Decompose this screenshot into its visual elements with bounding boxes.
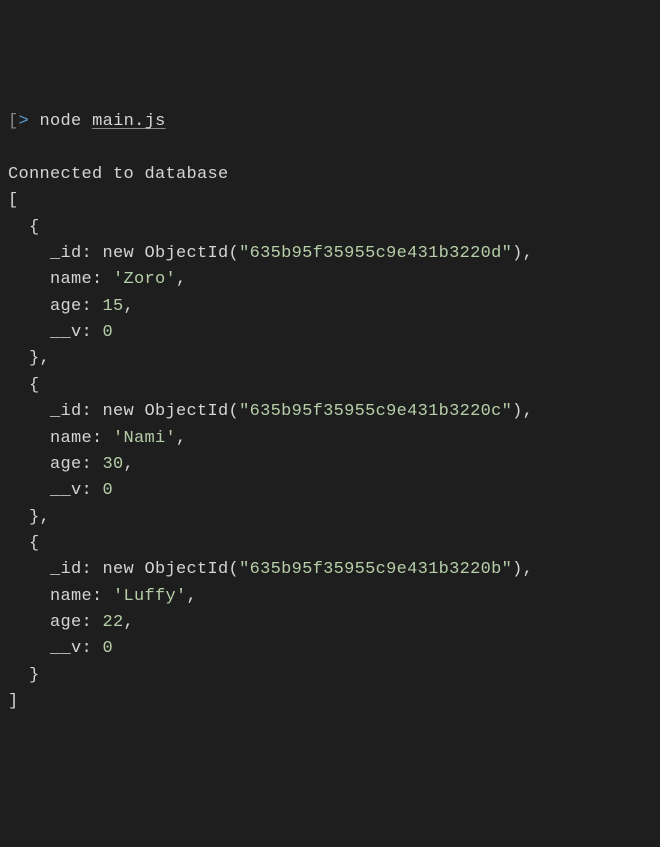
v-key: __v: xyxy=(8,639,92,658)
name-key: name: xyxy=(8,270,103,289)
brace-open: { xyxy=(8,218,40,237)
age-value: 15 xyxy=(92,297,124,316)
objectid-call: ObjectId( xyxy=(134,244,239,263)
bracket-open: [ xyxy=(8,112,19,131)
id-value: "635b95f35955c9e431b3220b" xyxy=(239,560,512,579)
age-value: 22 xyxy=(92,613,124,632)
comma: , xyxy=(187,587,198,606)
name-key: name: xyxy=(8,587,103,606)
record-row: { _id: new ObjectId("635b95f35955c9e431b… xyxy=(8,376,533,527)
v-value: 0 xyxy=(92,639,113,658)
id-close: ), xyxy=(512,560,533,579)
v-key: __v: xyxy=(8,481,92,500)
objectid-call: ObjectId( xyxy=(134,402,239,421)
connected-message: Connected to database xyxy=(8,165,229,184)
name-key: name: xyxy=(8,429,103,448)
brace-close: }, xyxy=(8,349,50,368)
brace-close: }, xyxy=(8,508,50,527)
prompt-line[interactable]: [> node main.js xyxy=(8,109,652,135)
record-row: { _id: new ObjectId("635b95f35955c9e431b… xyxy=(8,534,533,685)
filename: main.js xyxy=(92,112,166,131)
brace-open: { xyxy=(8,376,40,395)
comma: , xyxy=(124,613,135,632)
brace-close: } xyxy=(8,666,40,685)
id-value: "635b95f35955c9e431b3220c" xyxy=(239,402,512,421)
name-value: 'Nami' xyxy=(103,429,177,448)
id-value: "635b95f35955c9e431b3220d" xyxy=(239,244,512,263)
comma: , xyxy=(176,270,187,289)
age-value: 30 xyxy=(92,455,124,474)
array-open: [ xyxy=(8,191,19,210)
id-key: _id: xyxy=(8,560,92,579)
objectid-call: ObjectId( xyxy=(134,560,239,579)
age-key: age: xyxy=(8,455,92,474)
terminal-output: [> node main.js Connected to database [ … xyxy=(8,109,652,715)
comma: , xyxy=(124,455,135,474)
age-key: age: xyxy=(8,297,92,316)
id-key: _id: xyxy=(8,402,92,421)
record-row: { _id: new ObjectId("635b95f35955c9e431b… xyxy=(8,218,533,369)
new-keyword: new xyxy=(92,244,134,263)
array-close: ] xyxy=(8,692,19,711)
v-value: 0 xyxy=(92,323,113,342)
brace-open: { xyxy=(8,534,40,553)
v-value: 0 xyxy=(92,481,113,500)
age-key: age: xyxy=(8,613,92,632)
chevron-icon: > xyxy=(19,112,30,131)
new-keyword: new xyxy=(92,402,134,421)
id-close: ), xyxy=(512,244,533,263)
id-close: ), xyxy=(512,402,533,421)
comma: , xyxy=(176,429,187,448)
name-value: 'Zoro' xyxy=(103,270,177,289)
id-key: _id: xyxy=(8,244,92,263)
command-word: node xyxy=(40,112,82,131)
v-key: __v: xyxy=(8,323,92,342)
comma: , xyxy=(124,297,135,316)
name-value: 'Luffy' xyxy=(103,587,187,606)
new-keyword: new xyxy=(92,560,134,579)
